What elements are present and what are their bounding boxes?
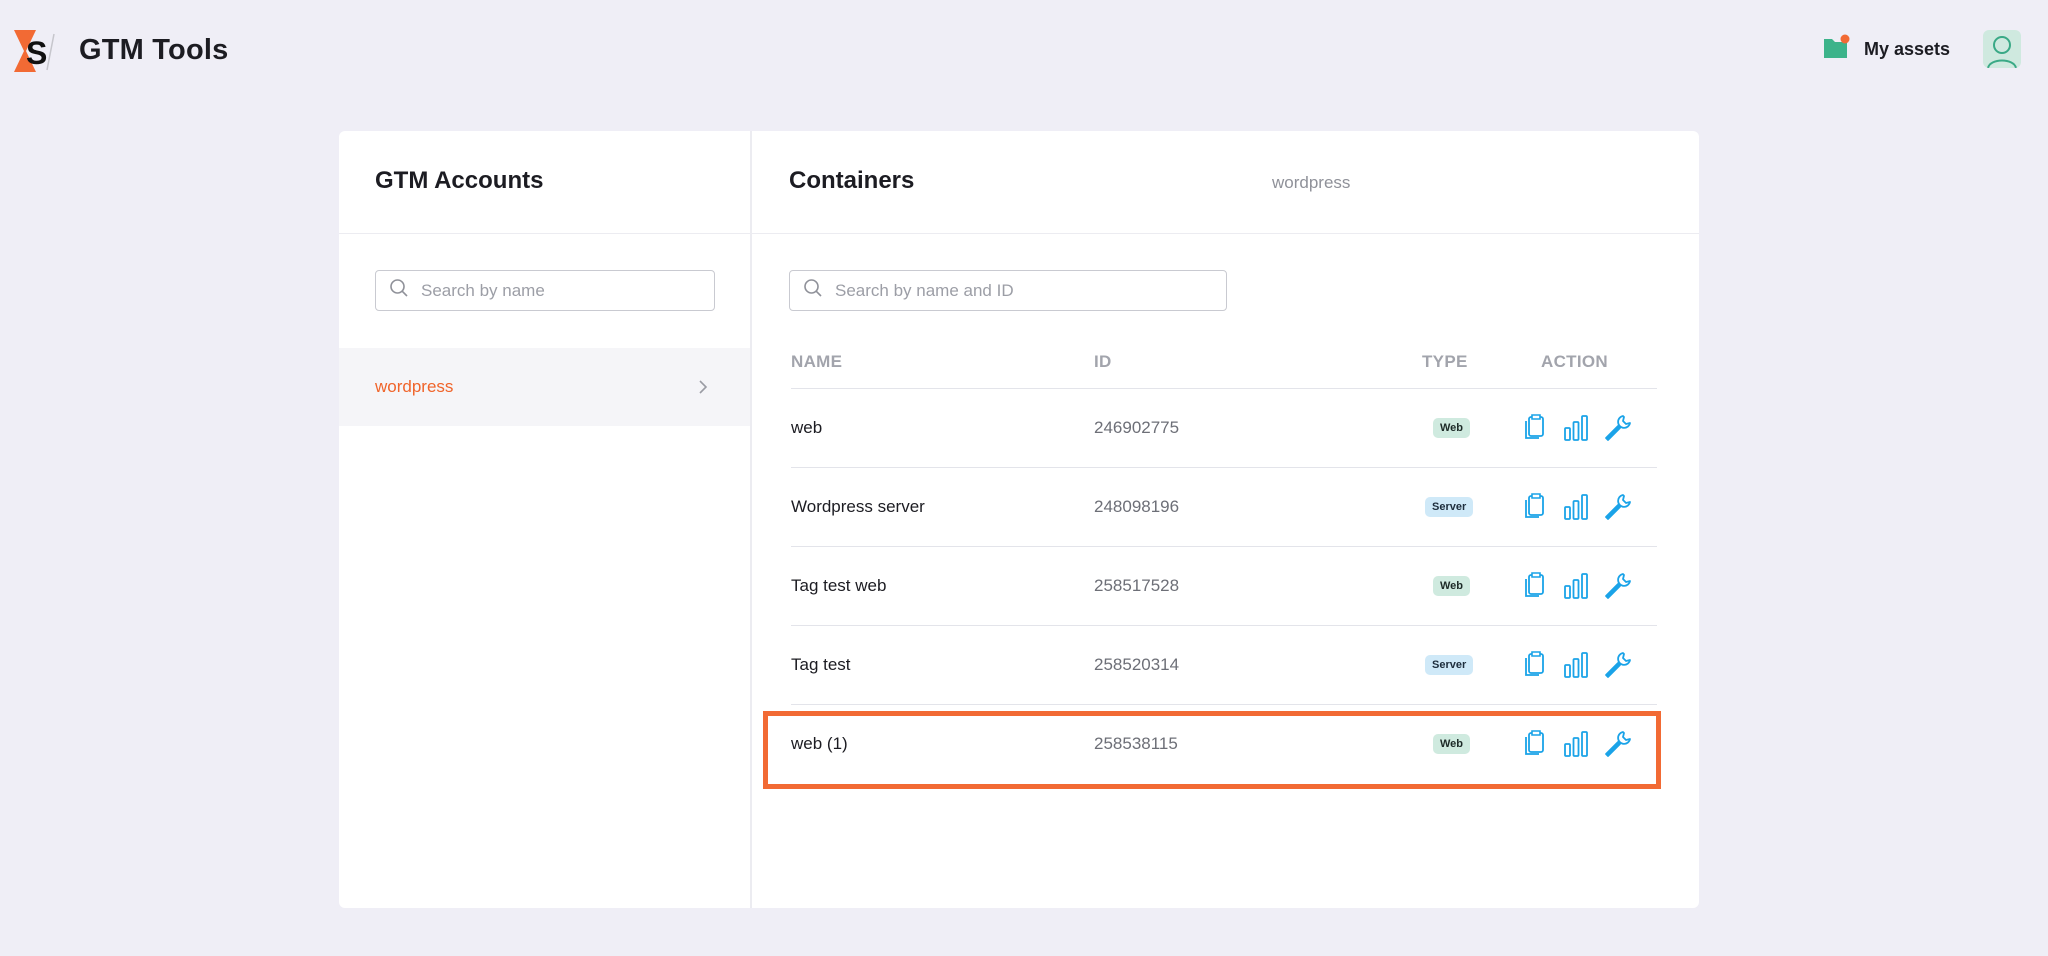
type-badge: Server	[1425, 497, 1474, 517]
copy-icon[interactable]	[1519, 492, 1548, 522]
containers-search-input[interactable]	[835, 280, 1174, 301]
bar-chart-icon[interactable]	[1561, 492, 1590, 522]
bar-chart-icon[interactable]	[1561, 650, 1590, 680]
row-actions	[1519, 571, 1632, 601]
table-row[interactable]: Wordpress server 248098196 Server	[791, 468, 1657, 547]
accounts-search[interactable]	[375, 270, 715, 311]
table-header: NAME ID TYPE ACTION	[791, 352, 1657, 389]
container-id: 258517528	[1094, 576, 1180, 595]
container-name: web	[791, 418, 823, 437]
column-header-action: ACTION	[1541, 352, 1608, 371]
wrench-icon[interactable]	[1603, 571, 1632, 601]
wrench-icon[interactable]	[1603, 650, 1632, 680]
my-assets-button[interactable]: My assets	[1822, 34, 1950, 64]
containers-title: Containers	[789, 167, 915, 194]
my-assets-label: My assets	[1864, 38, 1951, 59]
accounts-search-input[interactable]	[421, 280, 681, 301]
copy-icon[interactable]	[1519, 413, 1548, 443]
main-card: GTM Accounts wordpress Containers wordpr…	[339, 131, 1699, 908]
chevron-right-icon	[698, 379, 708, 400]
app-title: GTM Tools	[79, 34, 229, 66]
copy-icon[interactable]	[1519, 571, 1548, 601]
account-item-label: wordpress	[375, 377, 454, 396]
wrench-icon[interactable]	[1603, 492, 1632, 522]
row-actions	[1519, 413, 1632, 443]
container-name: Wordpress server	[791, 497, 925, 516]
row-actions	[1519, 492, 1632, 522]
type-badge: Server	[1425, 655, 1474, 675]
containers-search[interactable]	[789, 270, 1227, 311]
copy-icon[interactable]	[1519, 650, 1548, 680]
table-row[interactable]: Tag test 258520314 Server	[791, 626, 1657, 705]
containers-header: Containers wordpress	[752, 131, 1699, 234]
accounts-title: GTM Accounts	[375, 167, 544, 194]
column-header-id: ID	[1094, 352, 1112, 371]
folder-icon	[1822, 34, 1850, 65]
row-actions	[1519, 650, 1632, 680]
container-name: Tag test	[791, 655, 851, 674]
search-icon	[803, 278, 823, 303]
column-header-name: NAME	[791, 352, 843, 371]
containers-panel: Containers wordpress NAME ID TYPE ACTION…	[752, 131, 1699, 908]
app-logo[interactable]: S	[14, 30, 60, 72]
user-icon	[1987, 36, 2017, 68]
type-badge: Web	[1433, 576, 1471, 596]
accounts-header: GTM Accounts	[339, 131, 750, 234]
svg-text:S: S	[26, 35, 47, 71]
top-bar: S GTM Tools My assets	[0, 0, 2048, 100]
wrench-icon[interactable]	[1603, 413, 1632, 443]
account-item-wordpress[interactable]: wordpress	[339, 348, 750, 426]
bar-chart-icon[interactable]	[1561, 413, 1590, 443]
table-row[interactable]: Tag test web 258517528 Web	[791, 547, 1657, 626]
search-icon	[389, 278, 409, 303]
bar-chart-icon[interactable]	[1561, 571, 1590, 601]
type-badge: Web	[1433, 418, 1471, 438]
containers-subtitle: wordpress	[1272, 173, 1351, 192]
container-id: 248098196	[1094, 497, 1180, 516]
table-row[interactable]: web 246902775 Web	[791, 389, 1657, 468]
container-name: Tag test web	[791, 576, 887, 595]
container-id: 246902775	[1094, 418, 1180, 437]
accounts-panel: GTM Accounts wordpress	[339, 131, 752, 908]
container-id: 258520314	[1094, 655, 1180, 674]
user-avatar[interactable]	[1983, 30, 2021, 68]
column-header-type: TYPE	[1422, 352, 1468, 371]
highlight-box	[763, 711, 1661, 789]
